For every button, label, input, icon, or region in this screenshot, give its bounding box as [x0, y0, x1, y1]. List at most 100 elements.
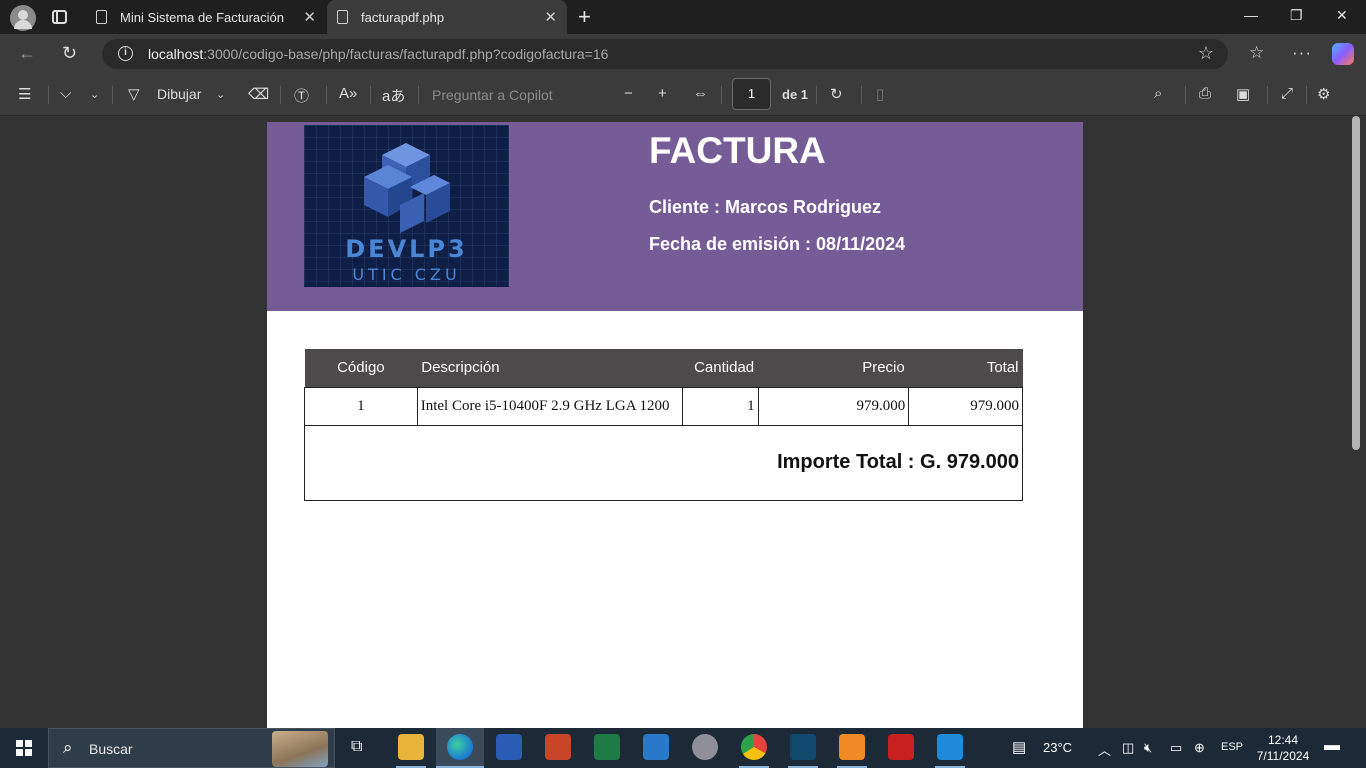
- battery-icon[interactable]: ▭: [1170, 740, 1182, 756]
- file-explorer-icon[interactable]: [398, 734, 424, 760]
- cell-price: 979.000: [757, 386, 910, 426]
- close-tab-icon[interactable]: ✕: [303, 8, 316, 26]
- col-header-code: Código: [304, 349, 418, 387]
- invoice-table: Código Descripción Cantidad Precio Total…: [304, 349, 1023, 501]
- invoice-title: FACTURA: [649, 130, 826, 171]
- invoice-header: DEVLP3 UTIC CZU FACTURA Cliente : Marcos…: [267, 122, 1083, 311]
- pdf-toolbar: ☰ ⌵ ⌄ ▽ Dibujar ⌄ ⌫ Ⓣ A» aあ Preguntar a …: [0, 74, 1366, 116]
- page-total-label: de 1: [782, 87, 809, 102]
- scrollbar-thumb[interactable]: [1352, 116, 1360, 450]
- draw-icon[interactable]: ▽: [128, 85, 140, 103]
- logo-subtitle: UTIC CZU: [352, 265, 461, 284]
- table-header-row: Código Descripción Cantidad Precio Total: [304, 349, 1023, 387]
- grand-total: Importe Total : G. 979.000: [304, 424, 1023, 501]
- edge-browser-icon[interactable]: [447, 734, 473, 760]
- fit-width-icon[interactable]: ⇔: [693, 85, 708, 102]
- save-icon[interactable]: ▣: [1236, 85, 1250, 103]
- site-info-icon[interactable]: i: [118, 46, 133, 61]
- tab-title: facturapdf.php: [361, 10, 445, 25]
- contents-icon[interactable]: ☰: [18, 85, 31, 103]
- profile-avatar-icon[interactable]: [10, 5, 36, 31]
- text-box-icon[interactable]: Ⓣ: [294, 85, 309, 106]
- search-highlight-image: [272, 731, 328, 767]
- translate-icon[interactable]: aあ: [382, 85, 405, 106]
- page-icon: [337, 10, 348, 24]
- chevron-up-icon[interactable]: ︿: [1098, 740, 1111, 759]
- notifications-icon[interactable]: ▬: [1324, 737, 1340, 755]
- cell-description: Intel Core i5-10400F 2.9 GHz LGA 1200: [416, 386, 683, 426]
- col-header-quantity: Cantidad: [682, 349, 759, 387]
- col-header-description: Descripción: [417, 349, 683, 387]
- tab-actions-icon[interactable]: [52, 10, 67, 24]
- page-number-input[interactable]: 1: [732, 78, 771, 110]
- network-globe-icon[interactable]: ⊕: [1194, 740, 1205, 756]
- chevron-down-icon[interactable]: ⌄: [216, 88, 225, 101]
- table-row: 1 Intel Core i5-10400F 2.9 GHz LGA 1200 …: [304, 386, 1023, 426]
- address-bar[interactable]: i localhost:3000/codigo-base/php/factura…: [102, 39, 1228, 69]
- client-line: Cliente : Marcos Rodriguez: [649, 197, 882, 217]
- language-indicator[interactable]: ESP: [1221, 741, 1243, 753]
- pdf-page: DEVLP3 UTIC CZU FACTURA Cliente : Marcos…: [267, 122, 1083, 728]
- excel-icon[interactable]: [594, 734, 620, 760]
- acrobat-icon[interactable]: [888, 734, 914, 760]
- page-view-icon[interactable]: ▯: [876, 85, 884, 103]
- browser-tab-bar: Mini Sistema de Facturación ✕ facturapdf…: [0, 0, 1366, 34]
- task-view-icon[interactable]: ⧉: [351, 738, 362, 756]
- paint-icon[interactable]: [692, 734, 718, 760]
- draw-button[interactable]: Dibujar: [157, 86, 201, 102]
- eraser-icon[interactable]: ⌫: [248, 85, 269, 103]
- back-icon[interactable]: ←: [18, 43, 36, 64]
- settings-gear-icon[interactable]: ⚙: [1317, 85, 1330, 103]
- favorite-star-icon[interactable]: ☆: [1198, 43, 1214, 64]
- tab-mini-sistema[interactable]: Mini Sistema de Facturación ✕: [86, 0, 326, 34]
- powerpoint-icon[interactable]: [545, 734, 571, 760]
- read-aloud-icon[interactable]: A»: [339, 85, 357, 102]
- search-icon: ⌕: [63, 738, 73, 757]
- weather-icon[interactable]: ▤: [1012, 738, 1026, 756]
- new-tab-icon[interactable]: +: [578, 4, 591, 30]
- url-text[interactable]: localhost:3000/codigo-base/php/facturas/…: [148, 46, 608, 62]
- fullscreen-icon[interactable]: ⤢: [1281, 85, 1293, 102]
- restore-icon[interactable]: ❐: [1290, 7, 1303, 24]
- total-row: Importe Total : G. 979.000: [304, 424, 1023, 501]
- mysql-workbench-icon[interactable]: [790, 734, 816, 760]
- windows-start-icon[interactable]: [16, 740, 32, 756]
- zoom-out-icon[interactable]: −: [624, 85, 633, 102]
- vscode-icon[interactable]: [937, 734, 963, 760]
- volume-muted-icon[interactable]: 🔇︎: [1144, 740, 1152, 756]
- more-menu-icon[interactable]: ···: [1292, 43, 1312, 63]
- refresh-icon[interactable]: ↻: [62, 43, 77, 64]
- pdf-viewer: DEVLP3 UTIC CZU FACTURA Cliente : Marcos…: [0, 116, 1366, 728]
- mail-icon[interactable]: [643, 734, 669, 760]
- col-header-total: Total: [908, 349, 1023, 387]
- minimize-icon[interactable]: —: [1244, 7, 1258, 23]
- close-window-icon[interactable]: ✕: [1336, 7, 1348, 24]
- chrome-icon[interactable]: [741, 734, 767, 760]
- highlight-icon[interactable]: ⌵: [60, 85, 71, 102]
- copilot-ask-input[interactable]: Preguntar a Copilot: [432, 87, 553, 103]
- tab-facturapdf[interactable]: facturapdf.php ✕: [327, 0, 567, 34]
- close-tab-icon[interactable]: ✕: [544, 8, 557, 26]
- print-icon[interactable]: ⎙: [1199, 85, 1211, 102]
- taskbar-clock[interactable]: 12:44 7/11/2024: [1252, 732, 1314, 764]
- rotate-icon[interactable]: ↻: [830, 85, 843, 103]
- vertical-scrollbar[interactable]: [1350, 116, 1362, 728]
- cell-total: 979.000: [908, 386, 1023, 426]
- zoom-in-icon[interactable]: +: [658, 85, 667, 102]
- chevron-down-icon[interactable]: ⌄: [90, 88, 99, 101]
- camera-icon[interactable]: ◫: [1122, 740, 1134, 756]
- search-icon[interactable]: ⌕: [1154, 85, 1162, 102]
- clock-date: 7/11/2024: [1256, 749, 1310, 763]
- word-icon[interactable]: [496, 734, 522, 760]
- search-label: Buscar: [89, 741, 133, 757]
- weather-temp[interactable]: 23°C: [1043, 740, 1072, 755]
- taskbar-search-box[interactable]: ⌕ Buscar: [48, 728, 335, 768]
- copilot-icon[interactable]: [1332, 43, 1354, 65]
- page-icon: [96, 10, 107, 24]
- company-logo: DEVLP3 UTIC CZU: [304, 125, 509, 287]
- xampp-icon[interactable]: [839, 734, 865, 760]
- issue-date-line: Fecha de emisión : 08/11/2024: [649, 234, 906, 254]
- favorites-icon[interactable]: ☆: [1249, 43, 1264, 63]
- col-header-price: Precio: [758, 349, 909, 387]
- tab-title: Mini Sistema de Facturación: [120, 10, 285, 25]
